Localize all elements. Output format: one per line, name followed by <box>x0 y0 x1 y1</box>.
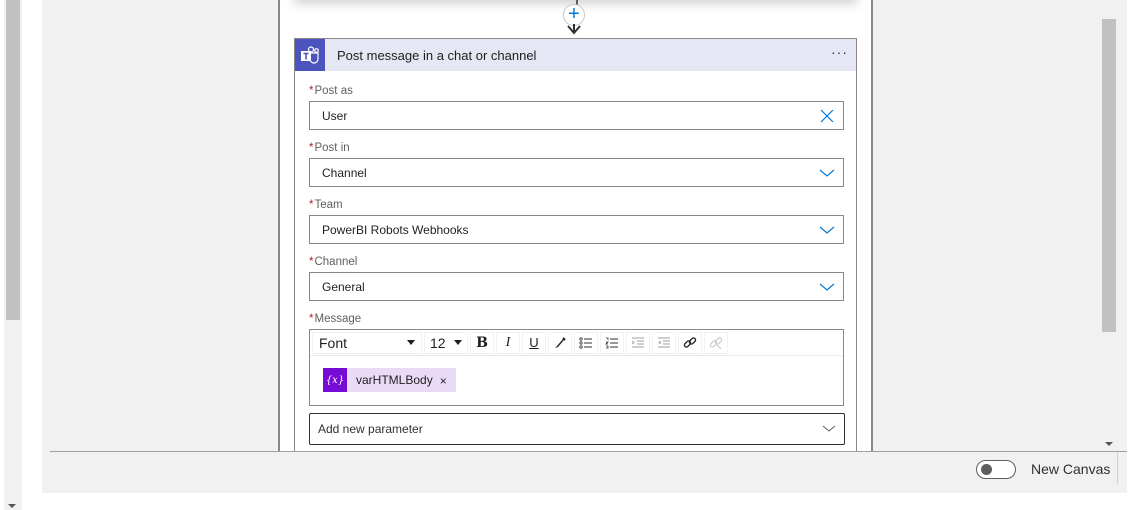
footer-divider <box>1117 452 1118 484</box>
channel-value: General <box>322 279 365 294</box>
team-field: *Team PowerBI Robots Webhooks <box>309 199 844 244</box>
arrow-down-icon <box>567 24 581 35</box>
numbered-list-icon <box>605 337 618 348</box>
required-marker: * <box>309 199 314 211</box>
font-size-value: 12 <box>430 334 446 351</box>
chevron-down-icon <box>822 425 836 432</box>
underline-button[interactable]: U <box>522 331 546 354</box>
page-scrollbar-thumb[interactable] <box>6 0 20 320</box>
team-label: *Team <box>309 199 844 213</box>
post-in-value: Channel <box>322 165 367 180</box>
message-label-text: Message <box>314 313 362 325</box>
app-root: + Post message in a chat or channel ··· … <box>0 0 1141 510</box>
caret-down-icon <box>407 340 415 345</box>
designer-panel: + Post message in a chat or channel ··· … <box>278 0 873 458</box>
add-new-parameter-label: Add new parameter <box>318 422 423 436</box>
post-as-label: *Post as <box>309 85 844 99</box>
decrease-indent-button[interactable] <box>626 331 650 354</box>
message-field: *Message Font 12 B I U {x} varHTMLBody × <box>309 313 844 406</box>
bullet-list-button[interactable] <box>574 331 598 354</box>
increase-indent-button[interactable] <box>652 331 676 354</box>
scroll-down-arrow-icon[interactable] <box>1105 442 1113 446</box>
canvas-footer: New Canvas <box>50 451 1127 493</box>
bold-button[interactable]: B <box>470 331 494 354</box>
link-icon <box>683 336 697 348</box>
post-in-label-text: Post in <box>314 142 350 154</box>
post-as-value: User <box>322 108 348 123</box>
remove-link-button[interactable] <box>704 331 728 354</box>
font-size-dropdown[interactable]: 12 <box>424 331 468 354</box>
action-card-title[interactable]: Post message in a chat or channel <box>337 48 823 63</box>
italic-button[interactable]: I <box>496 331 520 354</box>
post-in-label: *Post in <box>309 142 844 156</box>
channel-dropdown[interactable]: General <box>309 272 844 301</box>
font-family-dropdown[interactable]: Font <box>312 331 422 354</box>
caret-down-icon <box>454 340 462 345</box>
editor-content[interactable]: {x} varHTMLBody × <box>310 356 843 404</box>
required-marker: * <box>309 256 314 268</box>
token-label: varHTMLBody <box>356 373 433 387</box>
unlink-icon <box>709 336 723 349</box>
add-new-parameter-dropdown[interactable]: Add new parameter <box>309 413 845 445</box>
more-options-button[interactable]: ··· <box>823 44 856 66</box>
chevron-down-icon[interactable] <box>819 279 835 295</box>
flow-canvas: + Post message in a chat or channel ··· … <box>42 0 1127 493</box>
canvas-scrollbar-thumb[interactable] <box>1102 19 1116 332</box>
team-value: PowerBI Robots Webhooks <box>322 222 469 237</box>
editor-toolbar: Font 12 B I U <box>310 330 843 356</box>
message-label: *Message <box>309 313 844 327</box>
scroll-down-arrow-icon[interactable] <box>8 504 16 508</box>
bullet-list-icon <box>579 336 592 349</box>
remove-token-button[interactable]: × <box>440 372 447 388</box>
message-editor[interactable]: Font 12 B I U {x} varHTMLBody × <box>309 329 844 406</box>
action-card-header[interactable]: Post message in a chat or channel ··· <box>295 39 856 71</box>
team-label-text: Team <box>314 199 343 211</box>
post-in-dropdown[interactable]: Channel <box>309 158 844 187</box>
indent-icon <box>658 337 670 347</box>
add-step-button[interactable]: + <box>563 4 585 26</box>
new-canvas-label: New Canvas <box>1031 461 1111 477</box>
action-card: Post message in a chat or channel ··· *P… <box>294 38 857 458</box>
canvas-scrollbar[interactable] <box>1102 0 1119 451</box>
post-as-label-text: Post as <box>314 85 353 97</box>
post-as-input[interactable]: User <box>309 101 844 130</box>
teams-icon <box>295 39 325 71</box>
channel-field: *Channel General <box>309 256 844 301</box>
numbered-list-button[interactable] <box>600 331 624 354</box>
insert-link-button[interactable] <box>678 331 702 354</box>
clear-icon[interactable] <box>819 108 835 124</box>
channel-label: *Channel <box>309 256 844 270</box>
toggle-knob <box>981 464 992 475</box>
chevron-down-icon[interactable] <box>819 222 835 238</box>
variable-icon: {x} <box>323 368 347 392</box>
post-in-field: *Post in Channel <box>309 142 844 187</box>
pen-icon <box>555 336 566 348</box>
required-marker: * <box>309 85 314 97</box>
channel-label-text: Channel <box>314 256 358 268</box>
outdent-icon <box>631 337 644 347</box>
page-scrollbar[interactable] <box>4 0 22 510</box>
post-as-field: *Post as User <box>309 85 844 130</box>
color-picker-button[interactable] <box>548 331 572 354</box>
required-marker: * <box>309 313 314 325</box>
required-marker: * <box>309 142 314 154</box>
dynamic-content-token[interactable]: {x} varHTMLBody × <box>323 368 456 392</box>
chevron-down-icon[interactable] <box>819 165 835 181</box>
new-canvas-toggle[interactable] <box>976 460 1016 479</box>
team-dropdown[interactable]: PowerBI Robots Webhooks <box>309 215 844 244</box>
font-family-value: Font <box>319 334 348 351</box>
